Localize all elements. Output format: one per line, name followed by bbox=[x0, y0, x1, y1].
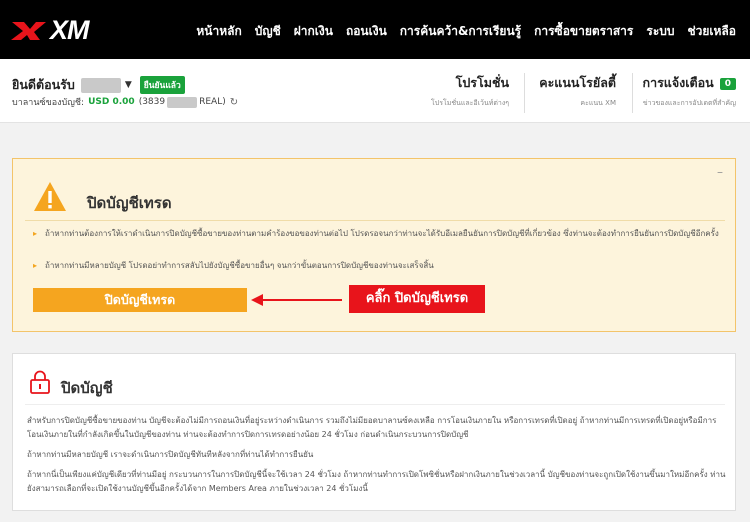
balance-label: บาลานซ์ของบัญชี: bbox=[12, 98, 85, 108]
promotions-title: โปรโมชั่น bbox=[455, 75, 509, 90]
instruction-callout: คลิ๊ก ปิดบัญชีเทรด bbox=[349, 285, 485, 313]
account-number-prefix: (3839 bbox=[138, 97, 166, 107]
notifications-title: การแจ้งเตือน bbox=[642, 75, 714, 90]
verified-badge: ยืนยันแล้ว bbox=[139, 76, 185, 94]
warning-bullet: ถ้าหากท่านมีหลายบัญชี โปรดอย่าทำการสลับไ… bbox=[33, 259, 723, 273]
nav-accounts[interactable]: บัญชี bbox=[255, 22, 281, 41]
loyalty-title: คะแนนโรยัลตี้ bbox=[539, 75, 616, 90]
lock-icon bbox=[30, 370, 50, 394]
warning-bullet: ถ้าหากท่านต้องการให้เราดำเนินการปิดบัญชี… bbox=[33, 227, 723, 241]
refresh-icon[interactable]: ↻ bbox=[230, 97, 238, 108]
top-navbar: XM หน้าหลัก บัญชี ฝากเงิน ถอนเงิน การค้น… bbox=[0, 0, 750, 59]
nav-deposit[interactable]: ฝากเงิน bbox=[294, 22, 333, 41]
welcome-label: ยินดีต้อนรับ bbox=[12, 77, 75, 92]
panel-title: ปิดบัญชี bbox=[61, 379, 113, 397]
loyalty-link[interactable]: คะแนนโรยัลตี้ คะแนน XM bbox=[539, 73, 616, 109]
notifications-link[interactable]: การแจ้งเตือน 0 ข่าวของและการอัปเดตที่สำคั… bbox=[642, 73, 736, 109]
account-header: ยินดีต้อนรับ ▼ ยืนยันแล้ว บาลานซ์ของบัญช… bbox=[0, 59, 750, 123]
notifications-subtitle: ข่าวของและการอัปเดตที่สำคัญ bbox=[642, 99, 736, 107]
nav-help[interactable]: ช่วยเหลือ bbox=[688, 22, 737, 41]
xm-logo[interactable]: XM bbox=[10, 14, 89, 45]
balance-value: USD 0.00 bbox=[88, 97, 135, 107]
panel-title: ปิดบัญชีเทรด bbox=[87, 194, 172, 212]
notifications-count-badge: 0 bbox=[719, 77, 736, 90]
info-paragraph: ถ้าหากนี่เป็นเพียงแค่บัญชีเดียวที่ท่านมี… bbox=[27, 470, 726, 493]
loyalty-subtitle: คะแนน XM bbox=[580, 99, 616, 107]
account-type: REAL) bbox=[199, 97, 226, 107]
redacted-name bbox=[80, 77, 121, 93]
logo-text: XM bbox=[50, 14, 89, 45]
xm-logo-icon bbox=[11, 22, 46, 40]
info-paragraph: สำหรับการปิดบัญชีซื้อขายของท่าน บัญชีจะต… bbox=[27, 416, 717, 439]
close-account-warning-panel: – ปิดบัญชีเทรด ถ้าหากท่านต้องการให้เราดำ… bbox=[12, 158, 736, 332]
promotions-subtitle: โปรโมชั่นและอีเว้นท์ต่างๆ bbox=[430, 99, 509, 107]
welcome-block[interactable]: ยินดีต้อนรับ ▼ ยืนยันแล้ว bbox=[12, 75, 185, 95]
nav-withdraw[interactable]: ถอนเงิน bbox=[346, 22, 387, 41]
nav-platforms[interactable]: ระบบ bbox=[646, 22, 674, 41]
balance-line: บาลานซ์ของบัญชี: USD 0.00 (3839 REAL) ↻ bbox=[12, 95, 238, 109]
arrow-left-icon bbox=[251, 294, 342, 306]
promotions-link[interactable]: โปรโมชั่น โปรโมชั่นและอีเว้นท์ต่างๆ bbox=[431, 73, 509, 109]
divider bbox=[632, 73, 633, 113]
chevron-down-icon[interactable]: ▼ bbox=[125, 80, 132, 90]
divider bbox=[524, 73, 525, 113]
close-account-info-panel: ปิดบัญชี สำหรับการปิดบัญชีซื้อขายของท่าน… bbox=[12, 353, 736, 511]
redacted-account-number bbox=[167, 96, 198, 108]
nav-home[interactable]: หน้าหลัก bbox=[196, 22, 241, 41]
nav-research[interactable]: การค้นคว้า&การเรียนรู้ bbox=[400, 22, 521, 41]
close-trading-account-button[interactable]: ปิดบัญชีเทรด bbox=[33, 288, 247, 312]
info-paragraph: ถ้าหากท่านมีหลายบัญชี เราจะดำเนินการปิดบ… bbox=[27, 450, 314, 459]
nav-trading[interactable]: การซื้อขายตราสาร bbox=[534, 22, 633, 41]
divider bbox=[25, 404, 725, 405]
divider bbox=[25, 220, 725, 221]
main-nav: หน้าหลัก บัญชี ฝากเงิน ถอนเงิน การค้นคว้… bbox=[183, 22, 736, 41]
warning-icon bbox=[34, 182, 66, 211]
minimize-button[interactable]: – bbox=[717, 165, 723, 179]
